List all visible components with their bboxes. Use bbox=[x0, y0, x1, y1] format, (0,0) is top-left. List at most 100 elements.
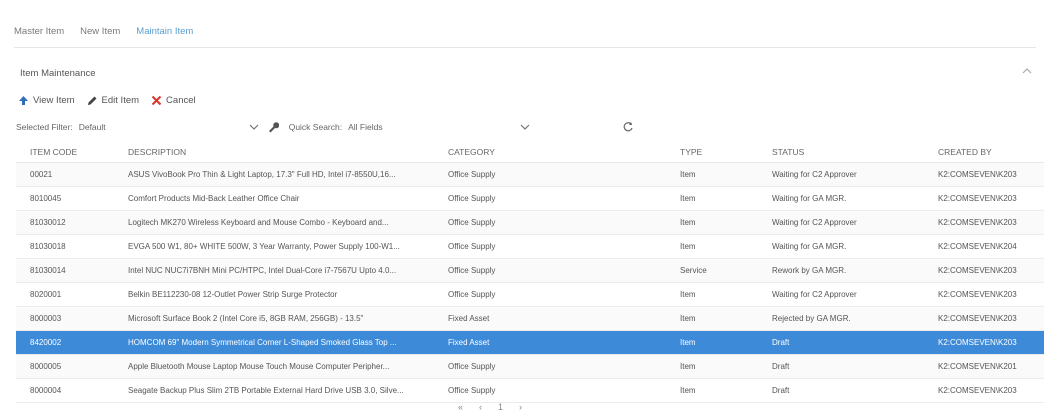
category-cell: Office Supply bbox=[436, 258, 668, 283]
tab-maintain-item[interactable]: Maintain Item bbox=[136, 26, 194, 48]
status-cell: Draft bbox=[760, 378, 926, 403]
item-code-cell: 00021 bbox=[16, 162, 116, 187]
category-cell: Fixed Asset bbox=[436, 330, 668, 355]
type-cell: Item bbox=[668, 282, 760, 307]
table-row[interactable]: 8020001 Belkin BE112230-08 12-Outlet Pow… bbox=[16, 282, 1044, 307]
column-header-created-by[interactable]: CREATED BY bbox=[926, 142, 1044, 163]
created-by-cell: K2:COMSEVEN\K203 bbox=[926, 330, 1044, 355]
chevron-down-icon[interactable] bbox=[518, 122, 532, 132]
column-header-status[interactable]: STATUS bbox=[760, 142, 926, 163]
status-cell: Waiting for C2 Approver bbox=[760, 162, 926, 187]
previous-page-button[interactable]: ‹ bbox=[479, 402, 482, 412]
first-page-button[interactable]: « bbox=[458, 402, 463, 412]
item-code-cell: 81030012 bbox=[16, 210, 116, 235]
created-by-cell: K2:COMSEVEN\K204 bbox=[926, 234, 1044, 259]
category-cell: Office Supply bbox=[436, 282, 668, 307]
table-row[interactable]: 00021 ASUS VivoBook Pro Thin & Light Lap… bbox=[16, 162, 1044, 187]
item-code-cell: 8010045 bbox=[16, 186, 116, 211]
selected-filter-label: Selected Filter: bbox=[16, 122, 73, 132]
view-item-label: View Item bbox=[33, 95, 75, 106]
type-cell: Item bbox=[668, 306, 760, 331]
status-cell: Draft bbox=[760, 330, 926, 355]
edit-item-button[interactable]: Edit Item bbox=[87, 95, 140, 106]
toolbar: View Item Edit Item Cancel bbox=[18, 95, 196, 106]
table-row-selected[interactable]: 8420002 HOMCOM 69" Modern Symmetrical Co… bbox=[16, 330, 1044, 355]
category-cell: Office Supply bbox=[436, 162, 668, 187]
quick-search-label: Quick Search: bbox=[288, 122, 343, 132]
arrow-up-icon bbox=[19, 96, 28, 105]
quick-search-field-select[interactable]: All Fields bbox=[348, 122, 518, 132]
created-by-cell: K2:COMSEVEN\K203 bbox=[926, 306, 1044, 331]
filter-bar: Selected Filter: Default Quick Search: A… bbox=[16, 117, 1036, 137]
pagination: « ‹ 1 › bbox=[458, 402, 522, 412]
column-header-description[interactable]: DESCRIPTION bbox=[116, 142, 436, 163]
type-cell: Item bbox=[668, 186, 760, 211]
table-header-row: ITEM CODE DESCRIPTION CATEGORY TYPE STAT… bbox=[16, 142, 1044, 163]
type-cell: Item bbox=[668, 354, 760, 379]
selected-filter-select[interactable]: Default bbox=[77, 122, 247, 132]
category-cell: Office Supply bbox=[436, 354, 668, 379]
table-row[interactable]: 8000005 Apple Bluetooth Mouse Laptop Mou… bbox=[16, 354, 1044, 379]
status-cell: Rework by GA MGR. bbox=[760, 258, 926, 283]
status-cell: Waiting for C2 Approver bbox=[760, 210, 926, 235]
description-cell: EVGA 500 W1, 80+ WHITE 500W, 3 Year Warr… bbox=[116, 234, 436, 259]
tab-new-item[interactable]: New Item bbox=[80, 26, 120, 48]
edit-item-label: Edit Item bbox=[101, 95, 140, 106]
item-code-cell: 81030014 bbox=[16, 258, 116, 283]
x-icon bbox=[151, 95, 162, 106]
category-cell: Office Supply bbox=[436, 378, 668, 403]
tab-bar: Master Item New Item Maintain Item bbox=[14, 26, 194, 48]
current-page-number: 1 bbox=[498, 402, 504, 412]
section-title: Item Maintenance bbox=[20, 68, 96, 79]
tab-divider bbox=[14, 47, 1036, 48]
item-code-cell: 8000003 bbox=[16, 306, 116, 331]
item-code-cell: 8020001 bbox=[16, 282, 116, 307]
description-cell: Comfort Products Mid-Back Leather Office… bbox=[116, 186, 436, 211]
type-cell: Item bbox=[668, 330, 760, 355]
chevron-down-icon[interactable] bbox=[247, 122, 261, 132]
next-page-button[interactable]: › bbox=[519, 402, 522, 412]
description-cell: Intel NUC NUC7i7BNH Mini PC/HTPC, Intel … bbox=[116, 258, 436, 283]
description-cell: HOMCOM 69" Modern Symmetrical Corner L-S… bbox=[116, 330, 436, 355]
description-cell: Seagate Backup Plus Slim 2TB Portable Ex… bbox=[116, 378, 436, 403]
cancel-label: Cancel bbox=[166, 95, 196, 106]
item-code-cell: 8000004 bbox=[16, 378, 116, 403]
category-cell: Office Supply bbox=[436, 234, 668, 259]
table-row[interactable]: 8000004 Seagate Backup Plus Slim 2TB Por… bbox=[16, 378, 1044, 403]
created-by-cell: K2:COMSEVEN\K203 bbox=[926, 210, 1044, 235]
wrench-icon[interactable] bbox=[267, 121, 279, 133]
column-header-category[interactable]: CATEGORY bbox=[436, 142, 668, 163]
column-header-item-code[interactable]: ITEM CODE bbox=[16, 142, 116, 163]
status-cell: Waiting for GA MGR. bbox=[760, 186, 926, 211]
created-by-cell: K2:COMSEVEN\K203 bbox=[926, 162, 1044, 187]
items-table: ITEM CODE DESCRIPTION CATEGORY TYPE STAT… bbox=[16, 142, 1044, 403]
item-code-cell: 8000005 bbox=[16, 354, 116, 379]
tab-master-item[interactable]: Master Item bbox=[14, 26, 64, 48]
description-cell: Microsoft Surface Book 2 (Intel Core i5,… bbox=[116, 306, 436, 331]
chevron-up-icon[interactable] bbox=[1020, 64, 1034, 78]
table-row[interactable]: 8010045 Comfort Products Mid-Back Leathe… bbox=[16, 186, 1044, 211]
description-cell: Logitech MK270 Wireless Keyboard and Mou… bbox=[116, 210, 436, 235]
category-cell: Fixed Asset bbox=[436, 306, 668, 331]
column-header-type[interactable]: TYPE bbox=[668, 142, 760, 163]
table-row[interactable]: 81030012 Logitech MK270 Wireless Keyboar… bbox=[16, 210, 1044, 235]
type-cell: Item bbox=[668, 210, 760, 235]
created-by-cell: K2:COMSEVEN\K201 bbox=[926, 354, 1044, 379]
table-row[interactable]: 81030014 Intel NUC NUC7i7BNH Mini PC/HTP… bbox=[16, 258, 1044, 283]
cancel-button[interactable]: Cancel bbox=[151, 95, 196, 106]
refresh-icon[interactable] bbox=[622, 121, 634, 133]
created-by-cell: K2:COMSEVEN\K203 bbox=[926, 378, 1044, 403]
created-by-cell: K2:COMSEVEN\K203 bbox=[926, 186, 1044, 211]
created-by-cell: K2:COMSEVEN\K203 bbox=[926, 282, 1044, 307]
status-cell: Waiting for GA MGR. bbox=[760, 234, 926, 259]
type-cell: Service bbox=[668, 258, 760, 283]
item-code-cell: 81030018 bbox=[16, 234, 116, 259]
table-row[interactable]: 8000003 Microsoft Surface Book 2 (Intel … bbox=[16, 306, 1044, 331]
type-cell: Item bbox=[668, 234, 760, 259]
description-cell: Apple Bluetooth Mouse Laptop Mouse Touch… bbox=[116, 354, 436, 379]
pencil-icon bbox=[87, 96, 97, 105]
created-by-cell: K2:COMSEVEN\K203 bbox=[926, 258, 1044, 283]
view-item-button[interactable]: View Item bbox=[18, 95, 75, 106]
table-row[interactable]: 81030018 EVGA 500 W1, 80+ WHITE 500W, 3 … bbox=[16, 234, 1044, 259]
type-cell: Item bbox=[668, 378, 760, 403]
